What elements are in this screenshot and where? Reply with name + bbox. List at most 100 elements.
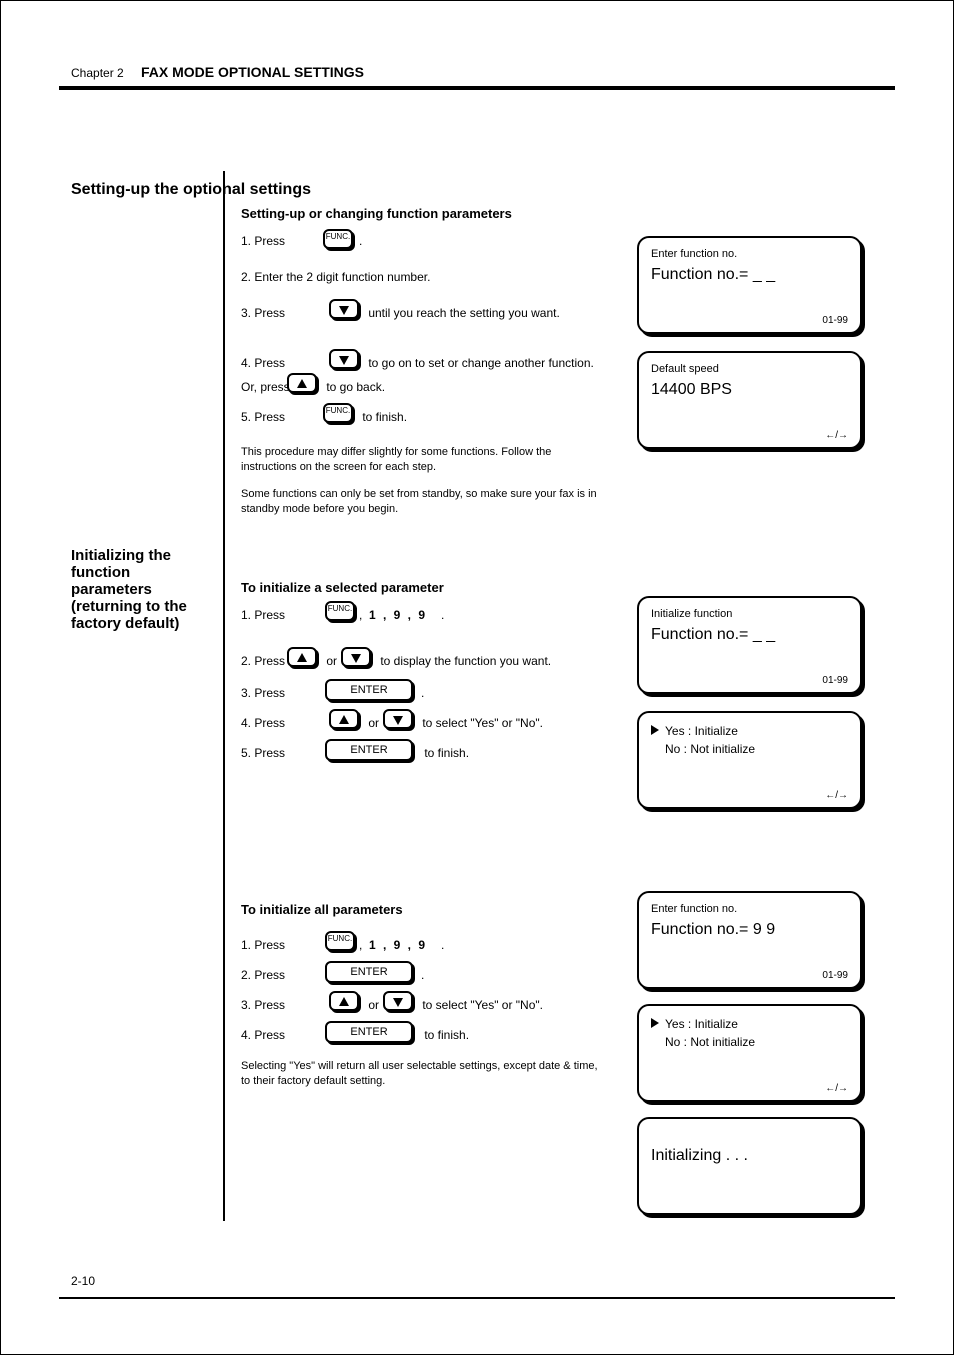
func-button[interactable]: FUNC. <box>323 229 353 249</box>
step-text: to select "Yes" or "No". <box>419 715 543 731</box>
up-arrow-button[interactable] <box>329 709 359 729</box>
lcd-display: Yes : Initialize No : Not initialize ←/→ <box>637 1004 862 1102</box>
note-text: Some functions can only be set from stan… <box>241 487 601 517</box>
step-text: 2. Press <box>241 653 288 669</box>
step-text: to display the function you want. <box>377 653 551 669</box>
down-arrow-button[interactable] <box>329 349 359 369</box>
display-footer: ←/→ <box>825 1083 848 1094</box>
section-heading: Setting-up the optional settings <box>71 181 311 199</box>
button-label: FUNC. <box>328 604 352 613</box>
step-text: 3. Press <box>241 305 288 321</box>
subheading: To initialize all parameters <box>241 901 403 919</box>
step-text: to select "Yes" or "No". <box>419 997 543 1013</box>
display-footer: 01-99 <box>822 970 848 981</box>
vertical-divider <box>223 171 225 1221</box>
step-text: or <box>323 653 340 669</box>
button-label: ENTER <box>350 744 387 756</box>
func-button[interactable]: FUNC. <box>325 931 355 951</box>
lcd-display: Initialize function Function no.= _ _ 01… <box>637 596 862 694</box>
step-text: . <box>421 685 424 701</box>
step-text: Or, press <box>241 379 293 395</box>
note-text: Selecting "Yes" will return all user sel… <box>241 1059 601 1089</box>
subheading: Setting-up or changing function paramete… <box>241 205 512 223</box>
step-text: 1. Press <box>241 607 288 623</box>
step-text: 2. Enter the 2 digit function number. <box>241 269 430 285</box>
step-text: 5. Press <box>241 745 288 761</box>
footer-rule <box>59 1297 895 1299</box>
header-title: FAX MODE OPTIONAL SETTINGS <box>141 63 364 82</box>
enter-button[interactable]: ENTER <box>325 739 413 761</box>
header-rule <box>59 86 895 90</box>
section-heading: Initializing the function parameters (re… <box>71 547 211 632</box>
button-label: FUNC. <box>326 406 350 415</box>
button-label: FUNC. <box>328 934 352 943</box>
down-arrow-button[interactable] <box>341 647 371 667</box>
display-line: Initializing . . . <box>651 1147 848 1165</box>
display-footer: 01-99 <box>822 675 848 686</box>
play-cursor-icon <box>651 1017 665 1031</box>
document-page: Chapter 2 FAX MODE OPTIONAL SETTINGS Set… <box>0 0 954 1355</box>
button-label: ENTER <box>350 684 387 696</box>
digits: 1 , 9 , 9 <box>369 937 427 953</box>
lcd-display: Enter function no. Function no.= 9 9 01-… <box>637 891 862 989</box>
step-text: to go on to set or change another functi… <box>365 355 594 371</box>
step-text: . <box>421 967 424 983</box>
button-label: FUNC. <box>326 232 350 241</box>
display-line: Yes : Initialize <box>665 724 738 738</box>
display-line: Function no.= 9 9 <box>651 921 848 939</box>
up-arrow-button[interactable] <box>287 647 317 667</box>
step-text: 1. Press <box>241 233 288 249</box>
step-text: to finish. <box>421 1027 469 1043</box>
digits: 1 , 9 , 9 <box>369 607 427 623</box>
up-arrow-button[interactable] <box>287 373 317 393</box>
step-text: , <box>359 937 362 953</box>
step-text: . <box>441 607 444 623</box>
step-text: or <box>365 997 382 1013</box>
display-line: No : Not initialize <box>665 742 848 756</box>
display-line: Yes : Initialize <box>665 1017 738 1031</box>
note-text: This procedure may differ slightly for s… <box>241 445 601 475</box>
button-label: ENTER <box>350 1026 387 1038</box>
step-text: 5. Press <box>241 409 288 425</box>
step-text: . <box>441 937 444 953</box>
display-line: 14400 BPS <box>651 381 848 399</box>
func-button[interactable]: FUNC. <box>323 403 353 423</box>
play-cursor-icon <box>651 724 665 738</box>
display-line: Enter function no. <box>651 903 848 915</box>
step-text: to finish. <box>421 745 469 761</box>
up-arrow-button[interactable] <box>329 991 359 1011</box>
step-text: 1. Press <box>241 937 288 953</box>
display-line: Default speed <box>651 363 848 375</box>
down-arrow-button[interactable] <box>383 709 413 729</box>
display-line: Function no.= _ _ <box>651 266 848 284</box>
step-text: 4. Press <box>241 715 288 731</box>
page-number: 2-10 <box>71 1273 95 1289</box>
display-line: Initialize function <box>651 608 848 620</box>
step-text: . <box>359 233 362 249</box>
func-button[interactable]: FUNC. <box>325 601 355 621</box>
lcd-display: Enter function no. Function no.= _ _ 01-… <box>637 236 862 334</box>
display-line: Enter function no. <box>651 248 848 260</box>
step-text: 4. Press <box>241 355 288 371</box>
subheading: To initialize a selected parameter <box>241 579 444 597</box>
lcd-display: Initializing . . . <box>637 1117 862 1215</box>
down-arrow-button[interactable] <box>383 991 413 1011</box>
step-text: 3. Press <box>241 997 288 1013</box>
button-label: ENTER <box>350 966 387 978</box>
chapter-label: Chapter 2 <box>71 65 124 81</box>
step-text: until you reach the setting you want. <box>365 305 560 321</box>
display-line: No : Not initialize <box>665 1035 848 1049</box>
lcd-display: Default speed 14400 BPS ←/→ <box>637 351 862 449</box>
display-line: Function no.= _ _ <box>651 626 848 644</box>
enter-button[interactable]: ENTER <box>325 961 413 983</box>
step-text: 3. Press <box>241 685 288 701</box>
step-text: or <box>365 715 382 731</box>
display-footer: ←/→ <box>825 790 848 801</box>
enter-button[interactable]: ENTER <box>325 1021 413 1043</box>
lcd-display: Yes : Initialize No : Not initialize ←/→ <box>637 711 862 809</box>
step-text: to go back. <box>323 379 385 395</box>
step-text: , <box>359 607 362 623</box>
enter-button[interactable]: ENTER <box>325 679 413 701</box>
down-arrow-button[interactable] <box>329 299 359 319</box>
display-footer: 01-99 <box>822 315 848 326</box>
